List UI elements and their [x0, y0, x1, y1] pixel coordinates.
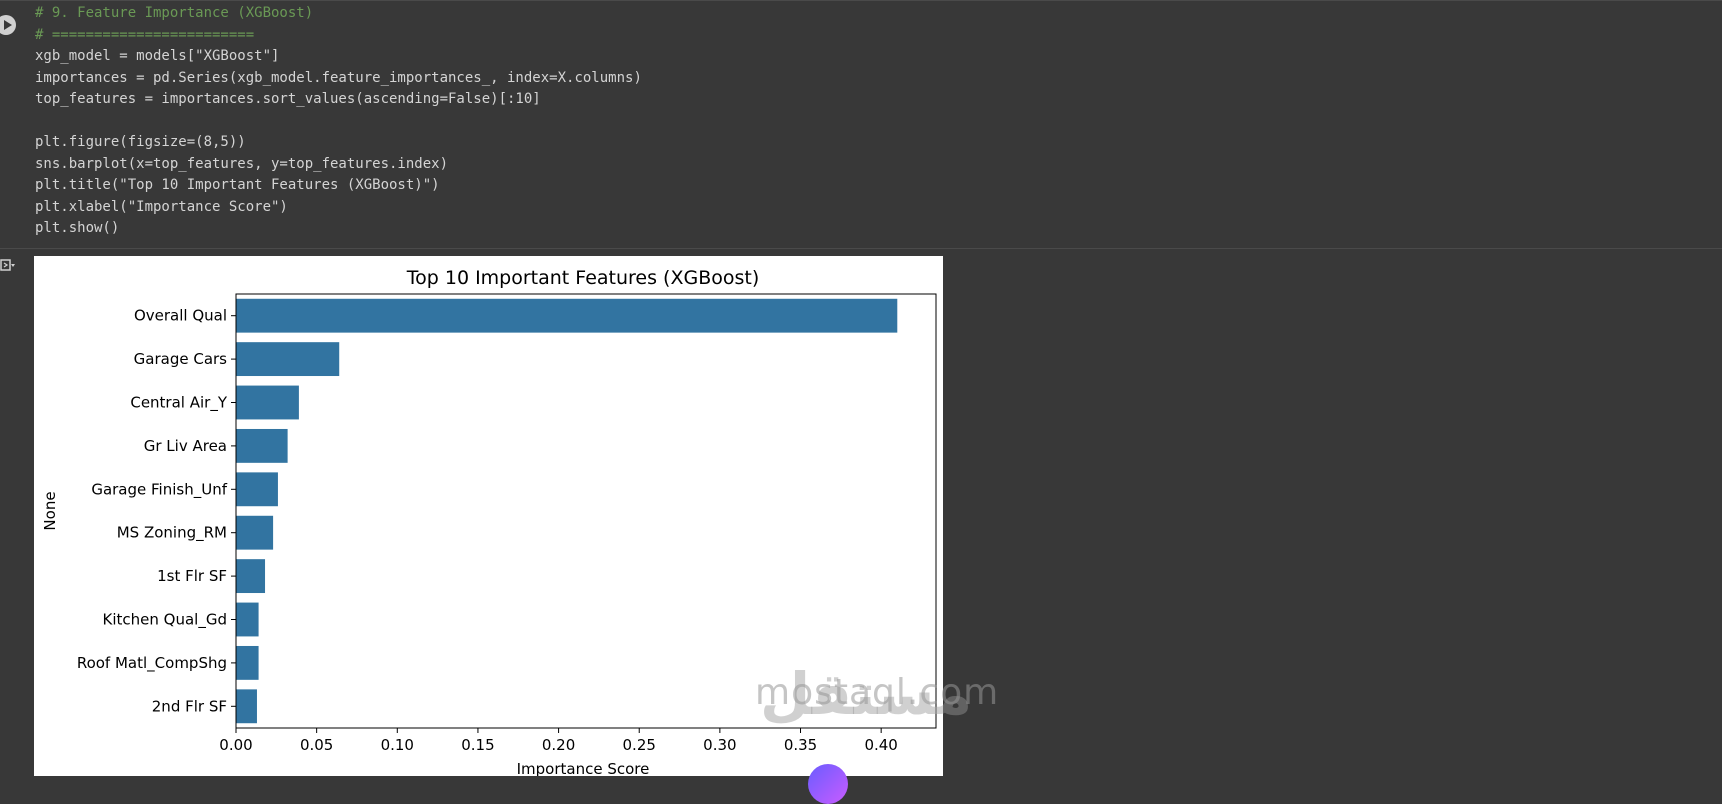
- y-tick-label: Garage Cars: [134, 350, 228, 368]
- x-tick-label: 0.15: [461, 736, 494, 754]
- bar: [236, 645, 259, 680]
- y-tick-label: Kitchen Qual_Gd: [103, 611, 227, 630]
- y-tick-label: Overall Qual: [134, 307, 227, 325]
- x-tick-label: 0.00: [219, 736, 252, 754]
- bar: [236, 689, 257, 724]
- y-tick-label: Roof Matl_CompShg: [77, 654, 227, 673]
- x-tick-label: 0.30: [703, 736, 736, 754]
- output-toggle-icon[interactable]: [0, 258, 16, 272]
- y-tick-label: Central Air_Y: [130, 394, 227, 413]
- x-tick-label: 0.05: [300, 736, 333, 754]
- watermark-text: mostaql.com: [755, 672, 1000, 713]
- x-tick-label: 0.40: [864, 736, 897, 754]
- x-tick-label: 0.10: [381, 736, 414, 754]
- code-line: plt.title("Top 10 Important Features (XG…: [35, 177, 440, 193]
- code-line: plt.xlabel("Importance Score"): [35, 198, 288, 215]
- code-line: # ========================: [35, 26, 255, 43]
- bar: [236, 298, 898, 333]
- code-line: # 9. Feature Importance (XGBoost): [35, 5, 314, 21]
- code-line: top_features = importances.sort_values(a…: [35, 91, 541, 107]
- cell-divider: [0, 248, 1722, 249]
- bar: [236, 559, 266, 594]
- code-line: plt.show(): [35, 220, 120, 236]
- x-axis-label: Importance Score: [517, 760, 650, 776]
- y-tick-label: Gr Liv Area: [144, 437, 227, 455]
- y-tick-label: 1st Flr SF: [157, 567, 227, 585]
- y-tick-label: MS Zoning_RM: [117, 524, 227, 543]
- y-tick-label: 2nd Flr SF: [152, 697, 227, 715]
- assistant-bubble-icon[interactable]: [808, 764, 848, 804]
- y-tick-label: Garage Finish_Unf: [91, 480, 227, 499]
- code-cell[interactable]: # 9. Feature Importance (XGBoost) # ====…: [0, 0, 1722, 249]
- chart-title: Top 10 Important Features (XGBoost): [406, 267, 759, 289]
- bar: [236, 428, 288, 463]
- x-tick-label: 0.35: [784, 736, 817, 754]
- bar: [236, 385, 299, 420]
- code-line: sns.barplot(x=top_features, y=top_featur…: [35, 155, 449, 172]
- x-tick-label: 0.25: [623, 736, 656, 754]
- code-line: plt.figure(figsize=(8,5)): [35, 134, 246, 150]
- bar: [236, 515, 274, 550]
- bar: [236, 602, 259, 637]
- bar: [236, 342, 340, 377]
- run-cell-icon[interactable]: [0, 15, 16, 35]
- bar: [236, 472, 278, 507]
- y-axis-label: None: [41, 491, 59, 530]
- x-tick-label: 0.20: [542, 736, 575, 754]
- code-line: xgb_model = models["XGBoost"]: [35, 48, 280, 64]
- code-line: importances = pd.Series(xgb_model.featur…: [35, 69, 642, 86]
- code-editor[interactable]: # 9. Feature Importance (XGBoost) # ====…: [35, 3, 642, 240]
